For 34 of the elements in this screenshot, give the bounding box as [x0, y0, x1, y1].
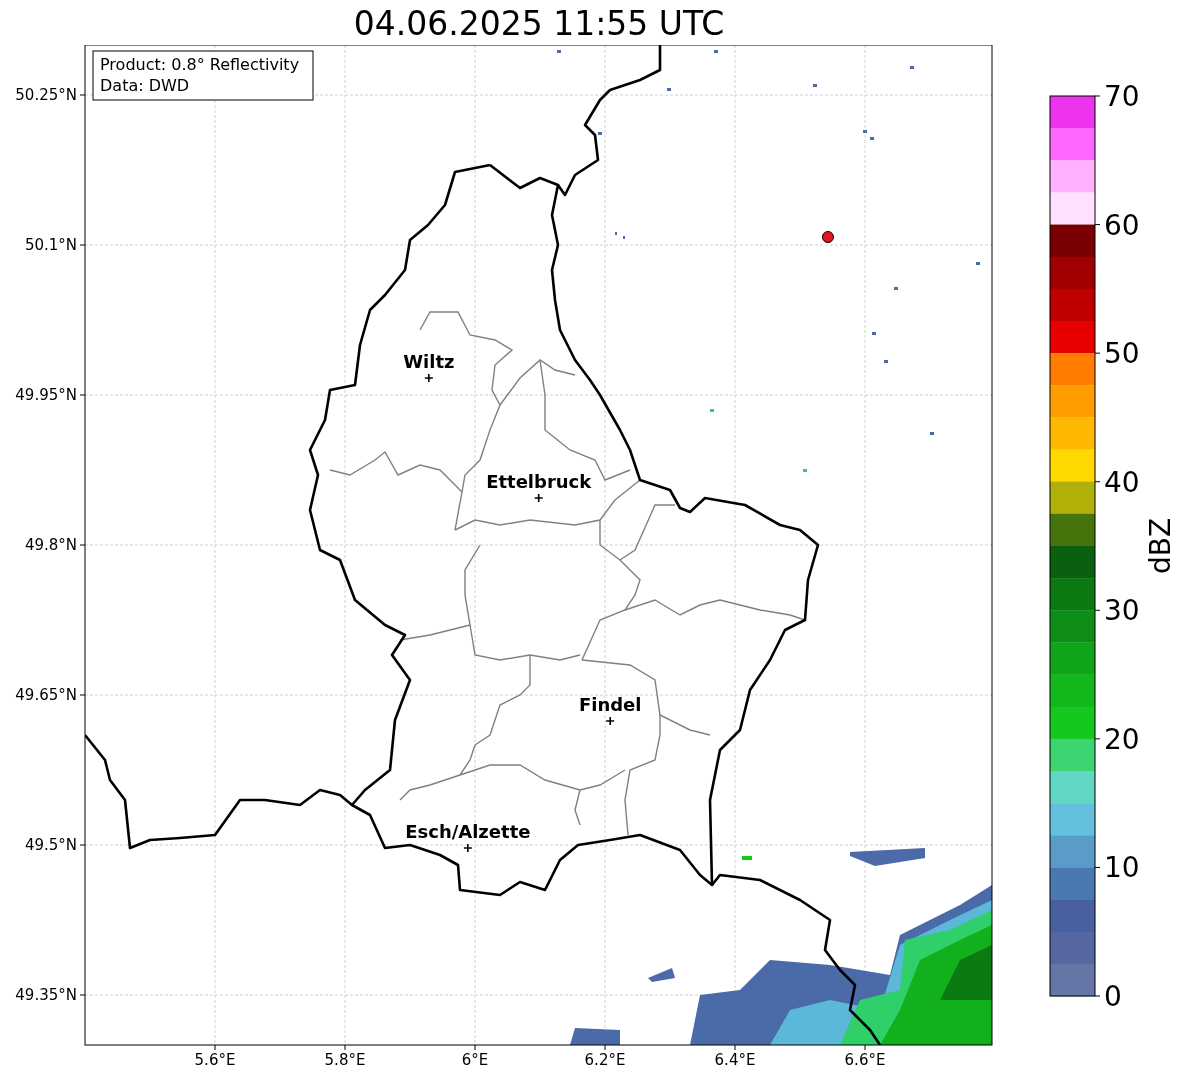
legend-line: Data: DWD: [100, 76, 190, 95]
tick-label: 70: [1104, 80, 1140, 113]
city-label: Ettelbruck: [486, 471, 592, 492]
tick-label: 0: [1104, 980, 1122, 1013]
tick-label: 30: [1104, 594, 1140, 628]
tick-label: 10: [1104, 851, 1140, 885]
tick-label: 50.1°N: [24, 236, 77, 254]
tick-label: 6.6°E: [844, 1051, 886, 1069]
cross-icon: [463, 843, 473, 853]
tick-label: 50: [1104, 337, 1140, 371]
tick-label: 49.95°N: [15, 386, 77, 404]
axis-label: dBZ: [1144, 517, 1177, 575]
radar-site-dot: [821, 231, 834, 243]
tick-label: 49.8°N: [24, 536, 77, 554]
legend-line: Product: 0.8° Reflectivity: [100, 55, 300, 74]
city-label: Wiltz: [403, 351, 455, 372]
cross-icon: [533, 493, 544, 503]
tick-label: 60: [1104, 208, 1140, 242]
tick-label: 49.5°N: [24, 836, 77, 854]
city-label: Findel: [578, 694, 642, 715]
cross-icon: [605, 716, 615, 726]
city-label: Esch/Alzette: [405, 821, 531, 842]
tick-label: 49.35°N: [15, 986, 77, 1004]
tick-label: 40: [1104, 465, 1140, 499]
tick-label: 5.6°E: [194, 1051, 236, 1069]
cross-icon: [424, 373, 434, 383]
tick-label: 6.2°E: [584, 1051, 626, 1069]
chart-title: 04.06.2025 11:55 UTC: [353, 3, 725, 45]
tick-label: 6.4°E: [714, 1051, 756, 1069]
tick-label: 20: [1104, 722, 1140, 756]
tick-label: 49.65°N: [15, 686, 77, 704]
tick-label: 5.8°E: [324, 1051, 366, 1069]
tick-label: 50.25°N: [15, 86, 77, 104]
tick-label: 6°E: [461, 1051, 489, 1069]
